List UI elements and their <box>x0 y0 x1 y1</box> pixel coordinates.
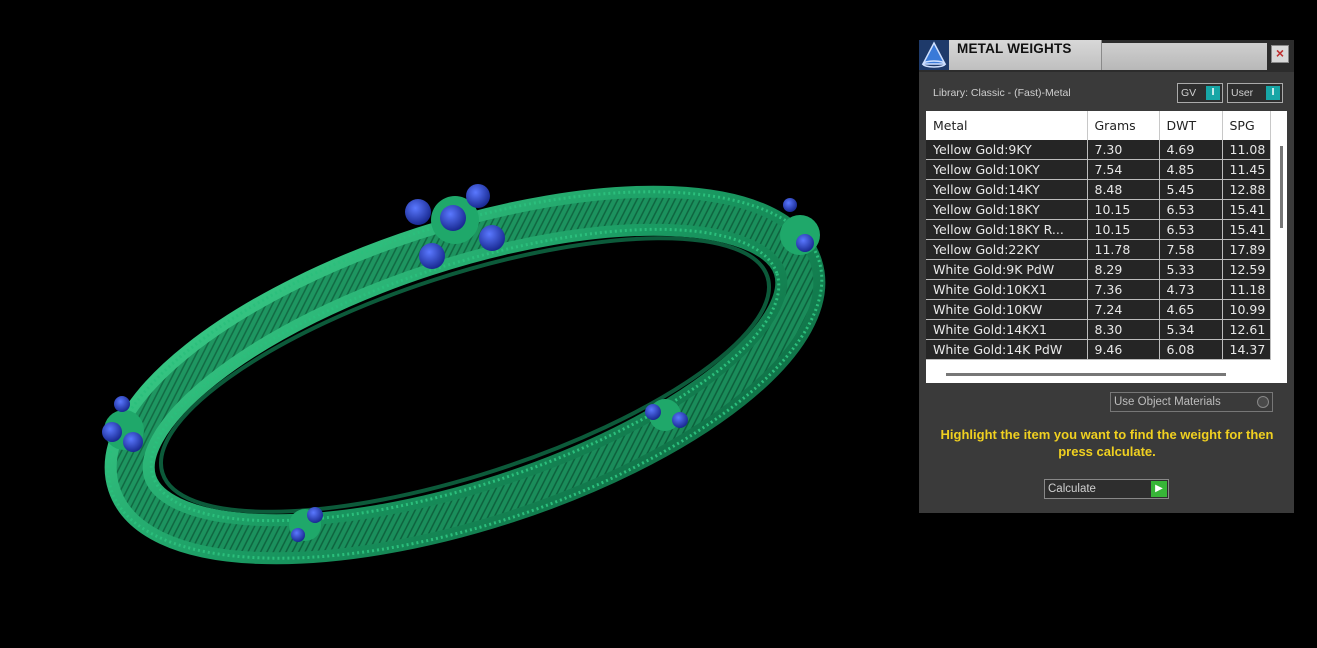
play-arrow-icon: ▶ <box>1151 481 1167 497</box>
spg-cell: 12.88 <box>1222 179 1271 200</box>
table-row[interactable]: Yellow Gold:18KY R... 10.15 6.53 15.41 <box>926 219 1271 240</box>
gv-toggle[interactable]: GV I <box>1177 83 1223 103</box>
column-header-dwt[interactable]: DWT <box>1159 111 1223 140</box>
calculate-label: Calculate <box>1048 483 1096 495</box>
vertical-scrollbar[interactable] <box>1276 140 1287 383</box>
metal-cell: Yellow Gold:10KY <box>926 159 1088 180</box>
spg-cell: 11.45 <box>1222 159 1271 180</box>
table-row[interactable]: Yellow Gold:18KY 10.15 6.53 15.41 <box>926 199 1271 220</box>
table-row[interactable]: Yellow Gold:10KY 7.54 4.85 11.45 <box>926 159 1271 180</box>
metal-cell: Yellow Gold:9KY <box>926 140 1088 160</box>
grams-cell: 11.78 <box>1087 239 1160 260</box>
column-header-spg[interactable]: SPG <box>1222 111 1271 140</box>
metal-cell: Yellow Gold:18KY R... <box>926 219 1088 240</box>
dwt-cell: 7.58 <box>1159 239 1223 260</box>
table-row[interactable]: Yellow Gold:14KY 8.48 5.45 12.88 <box>926 179 1271 200</box>
grams-cell: 8.48 <box>1087 179 1160 200</box>
spg-cell: 15.41 <box>1222 199 1271 220</box>
metal-cell: Yellow Gold:22KY <box>926 239 1088 260</box>
dwt-cell: 4.73 <box>1159 279 1223 300</box>
table-row[interactable]: White Gold:10KW 7.24 4.65 10.99 <box>926 299 1271 320</box>
library-label: Library: Classic - (Fast)-Metal <box>933 87 1071 99</box>
dwt-cell: 4.85 <box>1159 159 1223 180</box>
metal-cell: White Gold:10KW <box>926 299 1088 320</box>
spg-cell: 10.99 <box>1222 299 1271 320</box>
dwt-cell: 5.33 <box>1159 259 1223 280</box>
radio-icon[interactable] <box>1257 396 1269 408</box>
table-row[interactable]: White Gold:14KX1 8.30 5.34 12.61 <box>926 319 1271 340</box>
dwt-cell: 5.45 <box>1159 179 1223 200</box>
metal-cell: White Gold:10KX1 <box>926 279 1088 300</box>
table-row[interactable]: White Gold:14K PdW 9.46 6.08 14.37 <box>926 339 1271 360</box>
user-toggle[interactable]: User I <box>1227 83 1283 103</box>
dwt-cell: 4.65 <box>1159 299 1223 320</box>
metal-cell: White Gold:9K PdW <box>926 259 1088 280</box>
table-row[interactable]: Yellow Gold:22KY 11.78 7.58 17.89 <box>926 239 1271 260</box>
vertical-scroll-thumb[interactable] <box>1280 146 1283 228</box>
grams-cell: 8.30 <box>1087 319 1160 340</box>
grams-cell: 7.36 <box>1087 279 1160 300</box>
calculate-button[interactable]: Calculate ▶ <box>1044 479 1169 499</box>
title-bar-fill <box>1102 43 1267 70</box>
3d-viewport[interactable] <box>0 0 900 648</box>
metal-weights-panel: METAL WEIGHTS × Library: Classic - (Fast… <box>919 40 1294 513</box>
table-row[interactable]: White Gold:9K PdW 8.29 5.33 12.59 <box>926 259 1271 280</box>
gv-toggle-knob: I <box>1206 86 1220 100</box>
user-toggle-label: User <box>1231 87 1254 99</box>
dwt-cell: 6.53 <box>1159 219 1223 240</box>
grams-cell: 10.15 <box>1087 219 1160 240</box>
grams-cell: 7.24 <box>1087 299 1160 320</box>
table-row[interactable]: Yellow Gold:9KY 7.30 4.69 11.08 <box>926 140 1271 160</box>
gv-toggle-label: GV <box>1181 87 1197 99</box>
grams-cell: 10.15 <box>1087 199 1160 220</box>
table-row[interactable]: White Gold:10KX1 7.36 4.73 11.18 <box>926 279 1271 300</box>
app-logo-icon <box>919 40 949 70</box>
dwt-cell: 5.34 <box>1159 319 1223 340</box>
gem-cluster-right <box>780 198 820 255</box>
grams-cell: 8.29 <box>1087 259 1160 280</box>
spg-cell: 15.41 <box>1222 219 1271 240</box>
use-object-materials-label: Use Object Materials <box>1114 396 1221 408</box>
panel-titlebar[interactable]: METAL WEIGHTS × <box>919 40 1294 72</box>
spg-cell: 17.89 <box>1222 239 1271 260</box>
spg-cell: 11.18 <box>1222 279 1271 300</box>
close-button[interactable]: × <box>1271 45 1289 63</box>
horizontal-scrollbar[interactable] <box>926 365 1276 383</box>
metal-cell: Yellow Gold:18KY <box>926 199 1088 220</box>
horizontal-scroll-thumb[interactable] <box>946 373 1226 376</box>
spg-cell: 11.08 <box>1222 140 1271 160</box>
instruction-text: Highlight the item you want to find the … <box>940 427 1274 459</box>
grams-cell: 7.30 <box>1087 140 1160 160</box>
grams-cell: 9.46 <box>1087 339 1160 360</box>
panel-title: METAL WEIGHTS <box>957 41 1072 56</box>
spg-cell: 12.61 <box>1222 319 1271 340</box>
metal-cell: White Gold:14KX1 <box>926 319 1088 340</box>
bangle-render <box>102 184 826 565</box>
spg-cell: 14.37 <box>1222 339 1271 360</box>
metal-cell: Yellow Gold:14KY <box>926 179 1088 200</box>
column-header-metal[interactable]: Metal <box>926 111 1088 140</box>
metal-table: Metal Grams DWT SPG Yellow Gold:9KY 7.30 4… <box>926 111 1287 383</box>
table-header-row: Metal Grams DWT SPG <box>926 111 1271 140</box>
metal-cell: White Gold:14K PdW <box>926 339 1088 360</box>
column-header-grams[interactable]: Grams <box>1087 111 1160 140</box>
dwt-cell: 4.69 <box>1159 140 1223 160</box>
spg-cell: 12.59 <box>1222 259 1271 280</box>
dwt-cell: 6.08 <box>1159 339 1223 360</box>
dwt-cell: 6.53 <box>1159 199 1223 220</box>
use-object-materials-option[interactable]: Use Object Materials <box>1110 392 1273 412</box>
user-toggle-knob: I <box>1266 86 1280 100</box>
grams-cell: 7.54 <box>1087 159 1160 180</box>
